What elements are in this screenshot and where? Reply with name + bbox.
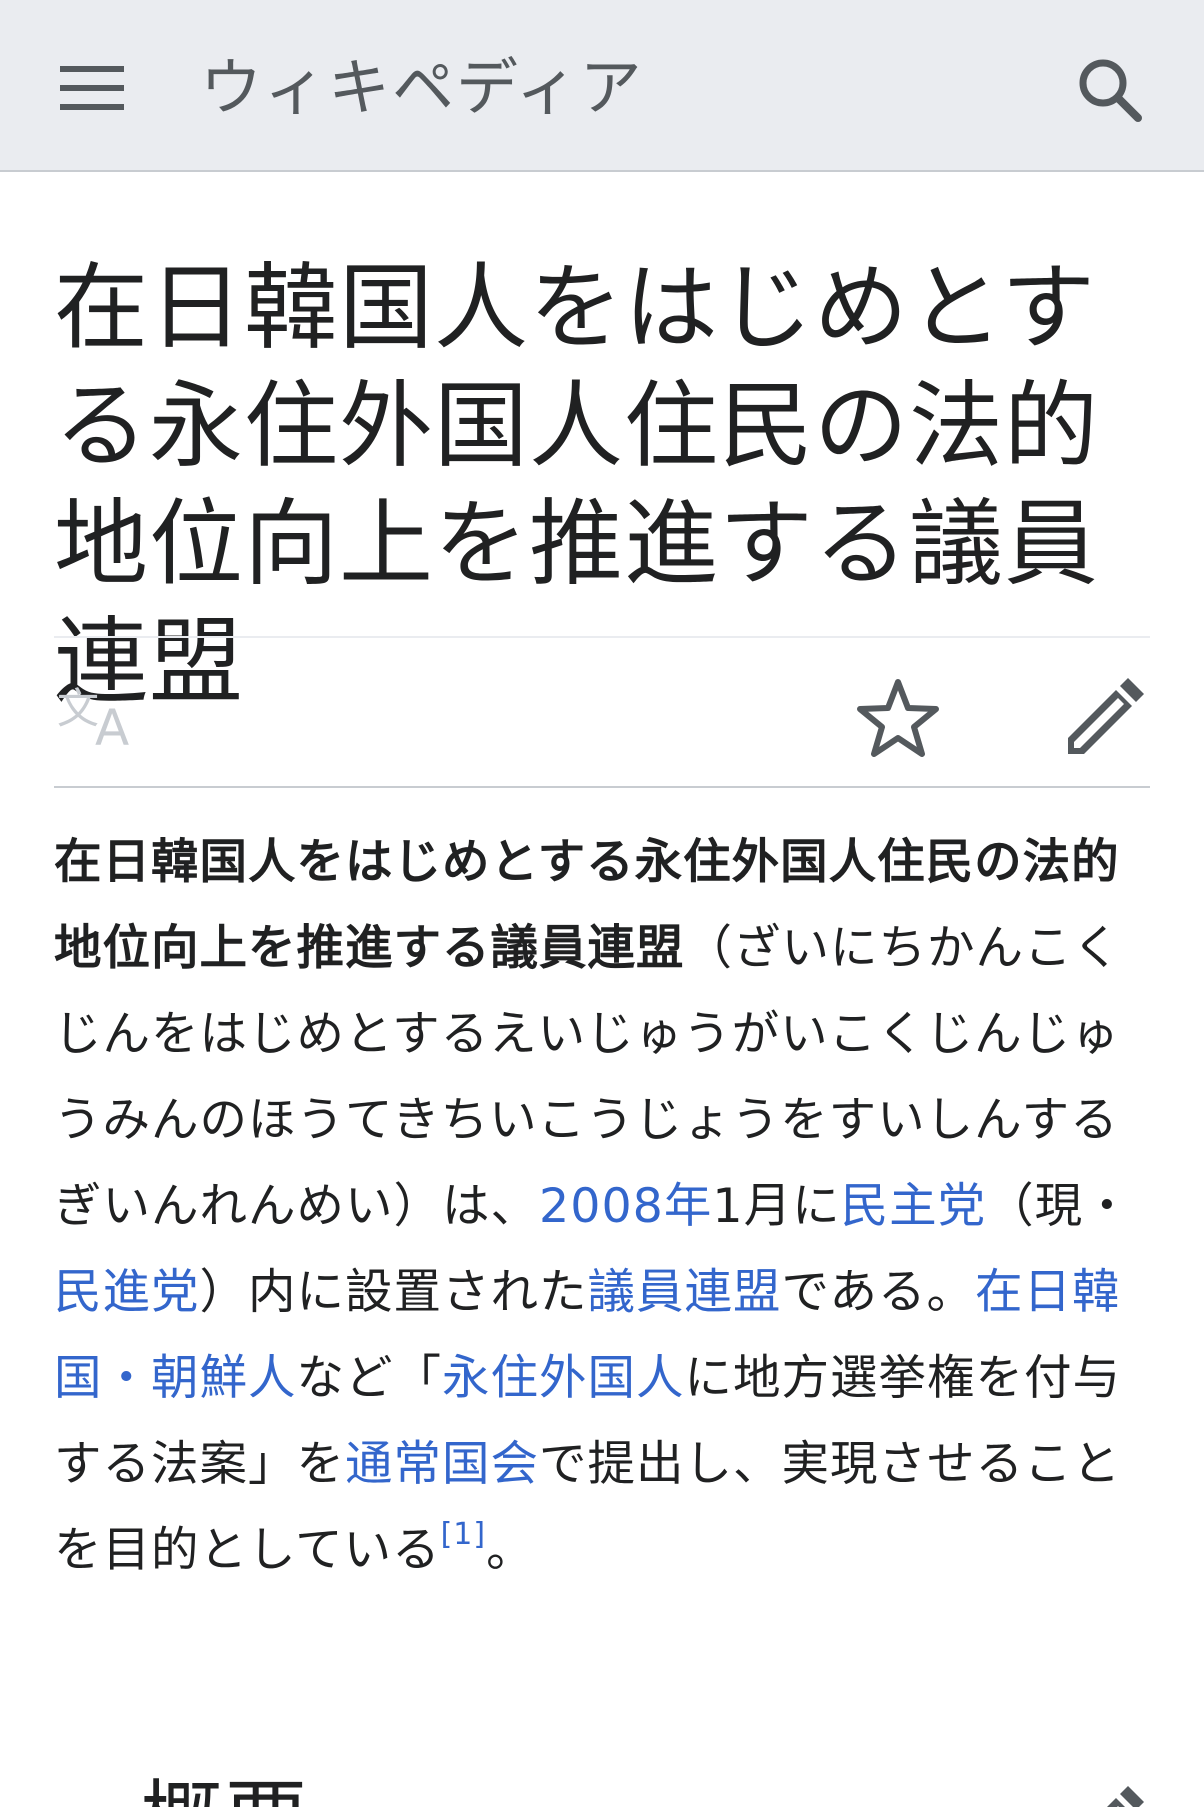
watch-star-button[interactable] (852, 672, 944, 764)
hamburger-menu-icon (60, 66, 124, 110)
title-divider (54, 636, 1150, 638)
text-inside: ）内に設置された (199, 1265, 588, 1320)
site-brand[interactable]: ウィキペディア (200, 48, 644, 128)
link-parliamentary-league[interactable]: 議員連盟 (588, 1265, 782, 1320)
link-2008-year[interactable]: 2008年 (539, 1179, 712, 1234)
link-democratic-progressive-party[interactable]: 民進党 (54, 1265, 200, 1320)
star-icon (857, 679, 939, 757)
edit-page-button[interactable] (1058, 672, 1150, 764)
page: ウィキペディア 在日韓国人をはじめとする永住外国人住民の法的地位向上を推進する議… (0, 0, 1204, 1807)
pencil-icon (1107, 1786, 1144, 1807)
intro-paragraph: 在日韓国人をはじめとする永住外国人住民の法的地位向上を推進する議員連盟（ざいにち… (54, 820, 1164, 1594)
text-month: 1月に (712, 1179, 841, 1234)
text-is: である。 (781, 1265, 976, 1320)
language-icon: 文 A (57, 684, 129, 749)
section-edit-button[interactable] (1058, 1784, 1150, 1807)
text-etc: など「 (296, 1351, 442, 1406)
search-icon (1079, 59, 1142, 122)
header-bar: ウィキペディア (0, 0, 1204, 172)
language-button[interactable]: 文 A (54, 676, 146, 756)
main-menu-button[interactable] (52, 56, 132, 120)
link-permanent-residents[interactable]: 永住外国人 (442, 1351, 685, 1406)
svg-text:A: A (95, 699, 129, 749)
pencil-icon (1068, 678, 1144, 754)
reference-1-label: [1] (440, 1517, 487, 1552)
page-title: 在日韓国人をはじめとする永住外国人住民の法的地位向上を推進する議員連盟 (54, 254, 1100, 717)
link-ordinary-diet-session[interactable]: 通常国会 (345, 1437, 539, 1492)
text-end: 。 (486, 1523, 535, 1578)
search-button[interactable] (1068, 48, 1152, 132)
section-title: 概要 (140, 1760, 308, 1807)
link-democratic-party[interactable]: 民主党 (841, 1179, 987, 1234)
svg-text:文: 文 (57, 684, 99, 733)
reference-1[interactable]: [1] (441, 1520, 487, 1578)
text-paren-open: （現・ (986, 1179, 1132, 1234)
actions-divider (54, 786, 1150, 788)
section-heading-overview[interactable]: 概要 (54, 1760, 1154, 1807)
